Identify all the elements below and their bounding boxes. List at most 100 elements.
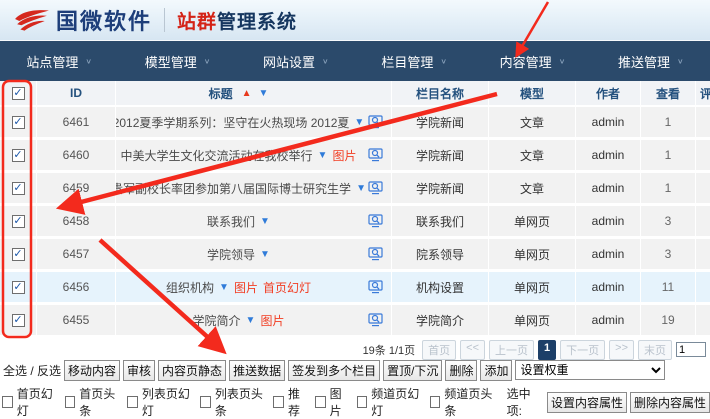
set-weight-select[interactable]: 设置权重: [515, 360, 665, 380]
prop-checkbox-推荐[interactable]: [273, 396, 284, 408]
expand-arrow-icon[interactable]: ▼: [354, 117, 364, 128]
prop-checkbox-首页幻灯[interactable]: [2, 396, 13, 408]
prop-checkbox-频道页幻灯[interactable]: [357, 396, 368, 408]
row-checkbox[interactable]: ✓: [12, 215, 25, 228]
preview-icon[interactable]: [368, 180, 383, 195]
table-row: ✓6459贵军副校长率团参加第八届国际博士研究生学▼学院新闻文章admin1: [0, 173, 710, 206]
prop-checkbox-首页头条[interactable]: [65, 396, 76, 408]
header-category: 栏目名称: [392, 81, 489, 105]
content-table: ✓ ID 标题▲▼ 栏目名称 模型 作者 查看 评 ✓64612012夏季学期系…: [0, 81, 710, 338]
preview-icon[interactable]: [368, 312, 383, 327]
preview-icon[interactable]: [368, 147, 383, 162]
row-author: admin: [576, 239, 641, 269]
toolbar-button-添加[interactable]: 添加: [480, 360, 512, 381]
content-title-link[interactable]: 联系我们: [207, 213, 255, 230]
preview-icon[interactable]: [368, 279, 383, 294]
row-checkbox[interactable]: ✓: [12, 281, 25, 294]
nav-item-label: 模型管理: [145, 52, 197, 71]
brand-bar: 国微软件 站群管理系统: [0, 0, 710, 40]
toolbar-button-审核[interactable]: 审核: [123, 360, 155, 381]
preview-icon[interactable]: [368, 114, 383, 129]
pagination-button-1[interactable]: 1: [538, 340, 556, 360]
toolbar-button-签发到多个栏目[interactable]: 签发到多个栏目: [288, 360, 380, 381]
expand-arrow-icon[interactable]: ▼: [356, 183, 366, 194]
toolbar-button-移动内容[interactable]: 移动内容: [64, 360, 120, 381]
product-name: 站群管理系统: [177, 7, 297, 34]
row-title-cell: 学院领导 ▼: [116, 239, 392, 269]
expand-arrow-icon[interactable]: ▼: [260, 216, 270, 227]
row-views: 3: [641, 206, 696, 236]
row-checkbox[interactable]: ✓: [12, 248, 25, 261]
expand-arrow-icon[interactable]: ▼: [260, 249, 270, 260]
prop-checkbox-列表页头条[interactable]: [200, 396, 211, 408]
row-category: 学院新闻: [392, 140, 489, 170]
row-model: 单网页: [489, 272, 576, 302]
select-all-toggle[interactable]: 全选 / 反选: [3, 362, 61, 379]
row-checkbox[interactable]: ✓: [12, 149, 25, 162]
pagination-button-<<[interactable]: <<: [460, 340, 485, 360]
pagination-button-上一页[interactable]: 上一页: [489, 340, 534, 360]
row-checkbox[interactable]: ✓: [12, 314, 25, 327]
pagination-button->>[interactable]: >>: [609, 340, 634, 360]
nav-item-站点管理[interactable]: 站点管理∨: [0, 41, 118, 81]
content-title-link[interactable]: 组织机构: [166, 279, 214, 296]
page-number-input[interactable]: [676, 342, 706, 357]
brand-divider: [164, 8, 165, 32]
nav-item-推送管理[interactable]: 推送管理∨: [592, 41, 710, 81]
content-title-link[interactable]: 中美大学生文化交流活动在我校举行: [121, 147, 313, 164]
row-checkbox-cell: ✓: [0, 239, 37, 269]
row-id: 6460: [37, 140, 116, 170]
content-props-bar: 首页幻灯首页头条列表页幻灯列表页头条推荐图片频道页幻灯频道页头条选中项:设置内容…: [0, 393, 710, 411]
header-id: ID: [37, 81, 116, 105]
expand-arrow-icon[interactable]: ▼: [318, 150, 328, 161]
nav-item-label: 内容管理: [500, 52, 552, 71]
row-id: 6458: [37, 206, 116, 236]
preview-icon[interactable]: [368, 246, 383, 261]
row-model: 文章: [489, 173, 576, 203]
toolbar-button-推送数据[interactable]: 推送数据: [229, 360, 285, 381]
row-category: 机构设置: [392, 272, 489, 302]
expand-arrow-icon[interactable]: ▼: [246, 315, 256, 326]
prop-checkbox-图片[interactable]: [315, 396, 326, 408]
content-title-link[interactable]: 2012夏季学期系列：坚守在火热现场 2012夏: [116, 114, 349, 131]
chevron-down-icon: ∨: [440, 57, 447, 66]
select-all-checkbox[interactable]: ✓: [12, 87, 25, 100]
toolbar-button-内容页静态[interactable]: 内容页静态: [158, 360, 226, 381]
content-title-link[interactable]: 贵军副校长率团参加第八届国际博士研究生学: [116, 180, 351, 197]
row-checkbox[interactable]: ✓: [12, 116, 25, 129]
props-button-设置内容属性[interactable]: 设置内容属性: [547, 392, 627, 413]
row-title-cell: 2012夏季学期系列：坚守在火热现场 2012夏 ▼: [116, 107, 392, 137]
toolbar-button-删除[interactable]: 删除: [445, 360, 477, 381]
pagination-button-首页[interactable]: 首页: [422, 340, 456, 360]
header-model: 模型: [489, 81, 576, 105]
nav-item-网站设置[interactable]: 网站设置∨: [237, 41, 355, 81]
chevron-down-icon: ∨: [677, 57, 684, 66]
table-row: ✓6458联系我们▼联系我们单网页admin3: [0, 206, 710, 239]
pagination-buttons: 首页<<上一页1下一页>>末页: [422, 340, 672, 360]
prop-checkbox-频道页头条[interactable]: [430, 396, 441, 408]
pagination-button-下一页[interactable]: 下一页: [560, 340, 605, 360]
sort-desc-icon[interactable]: ▼: [259, 88, 269, 99]
row-checkbox-cell: ✓: [0, 173, 37, 203]
sort-asc-icon[interactable]: ▲: [242, 88, 252, 99]
expand-arrow-icon[interactable]: ▼: [219, 282, 229, 293]
table-row: ✓64612012夏季学期系列：坚守在火热现场 2012夏▼学院新闻文章admi…: [0, 107, 710, 140]
row-title-cell: 贵军副校长率团参加第八届国际博士研究生学 ▼: [116, 173, 392, 203]
props-button-删除内容属性[interactable]: 删除内容属性: [630, 392, 710, 413]
pagination-button-末页[interactable]: 末页: [638, 340, 672, 360]
nav-item-模型管理[interactable]: 模型管理∨: [118, 41, 236, 81]
row-checkbox[interactable]: ✓: [12, 182, 25, 195]
toolbar-button-置顶/下沉[interactable]: 置顶/下沉: [383, 360, 442, 381]
preview-icon[interactable]: [368, 213, 383, 228]
row-model: 单网页: [489, 239, 576, 269]
nav-item-内容管理[interactable]: 内容管理∨: [473, 41, 591, 81]
content-title-link[interactable]: 学院领导: [207, 246, 255, 263]
prop-checkbox-列表页幻灯[interactable]: [127, 396, 138, 408]
pagination-bar: 19条 1/1页 首页<<上一页1下一页>>末页: [0, 341, 710, 358]
row-checkbox-cell: ✓: [0, 305, 37, 335]
content-title-link[interactable]: 学院简介: [193, 312, 241, 329]
nav-item-label: 网站设置: [263, 52, 315, 71]
prop-label-图片: 图片: [330, 385, 351, 419]
nav-item-栏目管理[interactable]: 栏目管理∨: [355, 41, 473, 81]
prop-label-推荐: 推荐: [288, 385, 309, 419]
